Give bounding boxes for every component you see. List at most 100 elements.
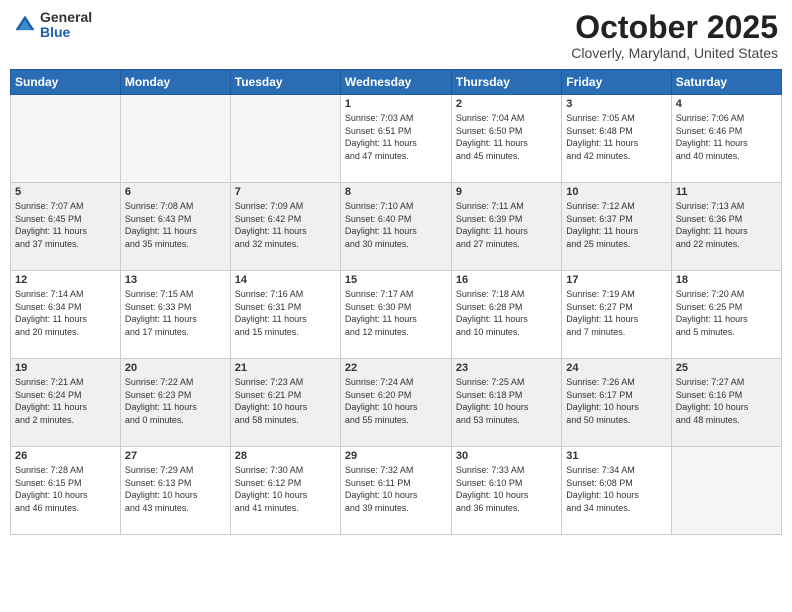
calendar-day-cell [11,95,121,183]
day-number: 22 [345,362,447,374]
weekday-header: Sunday [11,70,121,95]
calendar-day-cell [120,95,230,183]
day-number: 11 [676,186,777,198]
day-number: 27 [125,450,226,462]
day-number: 10 [566,186,666,198]
calendar-day-cell: 20 Sunrise: 7:22 AM Sunset: 6:23 PM Dayli… [120,359,230,447]
calendar-week-row: 1 Sunrise: 7:03 AM Sunset: 6:51 PM Daylig… [11,95,782,183]
day-info: Sunrise: 7:25 AM Sunset: 6:18 PM Dayligh… [456,376,557,426]
calendar-day-cell: 26 Sunrise: 7:28 AM Sunset: 6:15 PM Dayli… [11,447,121,535]
day-info: Sunrise: 7:15 AM Sunset: 6:33 PM Dayligh… [125,288,226,338]
day-number: 28 [235,450,336,462]
day-info: Sunrise: 7:29 AM Sunset: 6:13 PM Dayligh… [125,464,226,514]
day-number: 3 [566,98,666,110]
day-number: 1 [345,98,447,110]
calendar-day-cell: 14Sunrise: 7:16 AM Sunset: 6:31 PM Dayli… [230,271,340,359]
day-number: 5 [15,186,116,198]
calendar-day-cell: 3 Sunrise: 7:05 AM Sunset: 6:48 PM Daylig… [562,95,671,183]
logo: General Blue [14,10,92,41]
day-number: 17 [566,274,666,286]
weekday-header: Tuesday [230,70,340,95]
day-info: Sunrise: 7:34 AM Sunset: 6:08 PM Dayligh… [566,464,666,514]
location: Cloverly, Maryland, United States [571,45,778,61]
day-info: Sunrise: 7:19 AM Sunset: 6:27 PM Dayligh… [566,288,666,338]
calendar-day-cell: 11 Sunrise: 7:13 AM Sunset: 6:36 PM Dayli… [671,183,781,271]
day-number: 20 [125,362,226,374]
day-number: 9 [456,186,557,198]
day-info: Sunrise: 7:09 AM Sunset: 6:42 PM Dayligh… [235,200,336,250]
day-number: 31 [566,450,666,462]
day-info: Sunrise: 7:04 AM Sunset: 6:50 PM Dayligh… [456,112,557,162]
calendar-day-cell: 12 Sunrise: 7:14 AM Sunset: 6:34 PM Dayli… [11,271,121,359]
day-number: 30 [456,450,557,462]
day-number: 21 [235,362,336,374]
calendar-day-cell [230,95,340,183]
day-number: 7 [235,186,336,198]
day-info: Sunrise: 7:12 AM Sunset: 6:37 PM Dayligh… [566,200,666,250]
day-number: 25 [676,362,777,374]
day-info: Sunrise: 7:17 AM Sunset: 6:30 PM Dayligh… [345,288,447,338]
day-number: 19 [15,362,116,374]
calendar-day-cell: 8 Sunrise: 7:10 AM Sunset: 6:40 PM Daylig… [340,183,451,271]
day-info: Sunrise: 7:20 AM Sunset: 6:25 PM Dayligh… [676,288,777,338]
day-info: Sunrise: 7:06 AM Sunset: 6:46 PM Dayligh… [676,112,777,162]
day-info: Sunrise: 7:33 AM Sunset: 6:10 PM Dayligh… [456,464,557,514]
weekday-header: Wednesday [340,70,451,95]
day-info: Sunrise: 7:13 AM Sunset: 6:36 PM Dayligh… [676,200,777,250]
calendar-day-cell: 5 Sunrise: 7:07 AM Sunset: 6:45 PM Daylig… [11,183,121,271]
calendar-header: General Blue October 2025 Cloverly, Mary… [10,10,782,61]
day-number: 15 [345,274,447,286]
calendar-day-cell: 24 Sunrise: 7:26 AM Sunset: 6:17 PM Dayli… [562,359,671,447]
day-info: Sunrise: 7:27 AM Sunset: 6:16 PM Dayligh… [676,376,777,426]
calendar-week-row: 19Sunrise: 7:21 AM Sunset: 6:24 PM Dayli… [11,359,782,447]
day-number: 13 [125,274,226,286]
day-info: Sunrise: 7:05 AM Sunset: 6:48 PM Dayligh… [566,112,666,162]
weekday-header: Monday [120,70,230,95]
day-info: Sunrise: 7:28 AM Sunset: 6:15 PM Dayligh… [15,464,116,514]
day-number: 14 [235,274,336,286]
calendar-day-cell: 1 Sunrise: 7:03 AM Sunset: 6:51 PM Daylig… [340,95,451,183]
calendar-day-cell: 22Sunrise: 7:24 AM Sunset: 6:20 PM Dayli… [340,359,451,447]
day-info: Sunrise: 7:23 AM Sunset: 6:21 PM Dayligh… [235,376,336,426]
month-title: October 2025 [571,10,778,45]
day-info: Sunrise: 7:07 AM Sunset: 6:45 PM Dayligh… [15,200,116,250]
calendar-day-cell: 16Sunrise: 7:18 AM Sunset: 6:28 PM Dayli… [451,271,561,359]
day-info: Sunrise: 7:03 AM Sunset: 6:51 PM Dayligh… [345,112,447,162]
calendar-week-row: 26 Sunrise: 7:28 AM Sunset: 6:15 PM Dayli… [11,447,782,535]
calendar-day-cell: 28 Sunrise: 7:30 AM Sunset: 6:12 PM Dayli… [230,447,340,535]
logo-general: General [40,10,92,25]
day-number: 18 [676,274,777,286]
day-number: 6 [125,186,226,198]
calendar-day-cell: 30 Sunrise: 7:33 AM Sunset: 6:10 PM Dayli… [451,447,561,535]
day-info: Sunrise: 7:22 AM Sunset: 6:23 PM Dayligh… [125,376,226,426]
logo-blue: Blue [40,25,92,40]
day-number: 12 [15,274,116,286]
calendar-week-row: 5 Sunrise: 7:07 AM Sunset: 6:45 PM Daylig… [11,183,782,271]
calendar-day-cell: 13 Sunrise: 7:15 AM Sunset: 6:33 PM Dayli… [120,271,230,359]
calendar-day-cell: 29 Sunrise: 7:32 AM Sunset: 6:11 PM Dayli… [340,447,451,535]
calendar-day-cell: 27 Sunrise: 7:29 AM Sunset: 6:13 PM Dayli… [120,447,230,535]
day-info: Sunrise: 7:30 AM Sunset: 6:12 PM Dayligh… [235,464,336,514]
day-info: Sunrise: 7:32 AM Sunset: 6:11 PM Dayligh… [345,464,447,514]
day-info: Sunrise: 7:10 AM Sunset: 6:40 PM Dayligh… [345,200,447,250]
day-info: Sunrise: 7:18 AM Sunset: 6:28 PM Dayligh… [456,288,557,338]
calendar-table: SundayMondayTuesdayWednesdayThursdayFrid… [10,69,782,535]
day-number: 29 [345,450,447,462]
calendar-day-cell: 19Sunrise: 7:21 AM Sunset: 6:24 PM Dayli… [11,359,121,447]
day-number: 26 [15,450,116,462]
calendar-day-cell: 15 Sunrise: 7:17 AM Sunset: 6:30 PM Dayli… [340,271,451,359]
calendar-day-cell [671,447,781,535]
day-info: Sunrise: 7:11 AM Sunset: 6:39 PM Dayligh… [456,200,557,250]
logo-icon [14,14,36,36]
calendar-day-cell: 18 Sunrise: 7:20 AM Sunset: 6:25 PM Dayli… [671,271,781,359]
calendar-day-cell: 4Sunrise: 7:06 AM Sunset: 6:46 PM Daylig… [671,95,781,183]
day-number: 24 [566,362,666,374]
calendar-day-cell: 31 Sunrise: 7:34 AM Sunset: 6:08 PM Dayli… [562,447,671,535]
day-info: Sunrise: 7:14 AM Sunset: 6:34 PM Dayligh… [15,288,116,338]
calendar-day-cell: 23Sunrise: 7:25 AM Sunset: 6:18 PM Dayli… [451,359,561,447]
day-number: 8 [345,186,447,198]
day-info: Sunrise: 7:26 AM Sunset: 6:17 PM Dayligh… [566,376,666,426]
calendar-day-cell: 9 Sunrise: 7:11 AM Sunset: 6:39 PM Daylig… [451,183,561,271]
calendar-day-cell: 17 Sunrise: 7:19 AM Sunset: 6:27 PM Dayli… [562,271,671,359]
logo-text: General Blue [40,10,92,41]
